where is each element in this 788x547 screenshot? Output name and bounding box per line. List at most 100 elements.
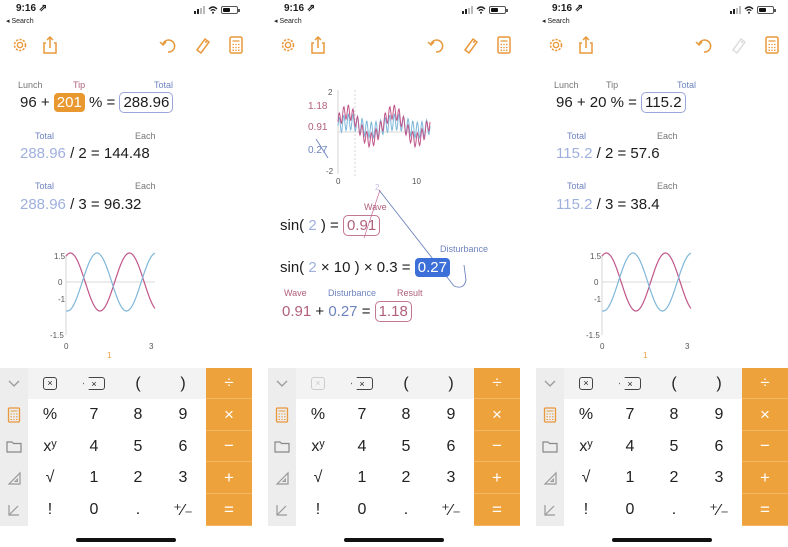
key-1-0[interactable]: xʸ xyxy=(28,431,72,462)
key-2-1[interactable]: 1 xyxy=(608,462,652,494)
triangle-ruler-icon[interactable] xyxy=(268,462,296,494)
key-0-3[interactable]: 9 xyxy=(428,399,474,431)
share-icon[interactable] xyxy=(576,34,596,56)
key-0-0[interactable]: % xyxy=(28,399,72,431)
key-2-1[interactable]: 1 xyxy=(340,462,384,494)
key-1-3[interactable]: 6 xyxy=(428,431,474,462)
backspace-button[interactable]: × xyxy=(340,368,384,399)
key-0-2[interactable]: 8 xyxy=(384,399,428,431)
calculator-icon[interactable] xyxy=(0,399,28,431)
calculator-icon[interactable] xyxy=(268,399,296,431)
key-2-3[interactable]: 3 xyxy=(428,462,474,494)
gear-icon[interactable] xyxy=(10,34,30,56)
multiply-button[interactable]: × xyxy=(206,399,252,431)
key-3-0[interactable]: ! xyxy=(296,494,340,526)
key-3-0[interactable]: ! xyxy=(28,494,72,526)
key-0-1[interactable]: 7 xyxy=(72,399,116,431)
tip-value[interactable]: 20 xyxy=(590,94,607,111)
key-1-0[interactable]: xʸ xyxy=(296,431,340,462)
key-1-2[interactable]: 5 xyxy=(116,431,160,462)
total-result[interactable]: 288.96 xyxy=(119,92,174,113)
key-2-2[interactable]: 2 xyxy=(384,462,428,494)
key-2-3[interactable]: 3 xyxy=(696,462,742,494)
split-3-total[interactable]: 288.96 xyxy=(20,196,66,213)
gear-icon[interactable] xyxy=(546,34,566,56)
angle-icon[interactable] xyxy=(536,494,564,526)
split-3-each[interactable]: 96.32 xyxy=(104,196,142,213)
minus-button[interactable]: − xyxy=(742,431,788,462)
plus-button[interactable]: + xyxy=(742,462,788,494)
tip-value-selected[interactable]: 201 xyxy=(53,93,85,112)
open-paren-button[interactable]: ( xyxy=(384,368,428,399)
undo-icon[interactable] xyxy=(158,34,178,56)
folder-icon[interactable] xyxy=(268,431,296,462)
key-2-0[interactable]: √ xyxy=(564,462,608,494)
total-result[interactable]: 115.2 xyxy=(641,92,686,113)
key-3-2[interactable]: . xyxy=(384,494,428,526)
key-1-3[interactable]: 6 xyxy=(160,431,206,462)
key-2-3[interactable]: 3 xyxy=(160,462,206,494)
back-to-search-link[interactable]: ◂ Search xyxy=(274,17,302,25)
key-3-1[interactable]: 0 xyxy=(72,494,116,526)
key-3-3[interactable]: ⁺∕₋ xyxy=(160,494,206,526)
plus-button[interactable]: + xyxy=(474,462,520,494)
key-3-2[interactable]: . xyxy=(652,494,696,526)
backspace-button[interactable]: × xyxy=(72,368,116,399)
open-paren-button[interactable]: ( xyxy=(652,368,696,399)
clear-button[interactable]: × xyxy=(296,368,340,399)
calculator-icon[interactable] xyxy=(494,34,514,56)
key-2-0[interactable]: √ xyxy=(28,462,72,494)
wave-result[interactable]: 0.91 xyxy=(342,215,381,236)
folder-icon[interactable] xyxy=(0,431,28,462)
angle-icon[interactable] xyxy=(268,494,296,526)
triangle-ruler-icon[interactable] xyxy=(536,462,564,494)
key-1-1[interactable]: 4 xyxy=(340,431,384,462)
plus-button[interactable]: + xyxy=(206,462,252,494)
equals-button[interactable]: = xyxy=(474,494,520,526)
sum-result[interactable]: 1.18 xyxy=(374,301,412,322)
triangle-ruler-icon[interactable] xyxy=(0,462,28,494)
key-2-0[interactable]: √ xyxy=(296,462,340,494)
key-1-2[interactable]: 5 xyxy=(652,431,696,462)
calculator-icon[interactable] xyxy=(536,399,564,431)
key-3-3[interactable]: ⁺∕₋ xyxy=(696,494,742,526)
close-paren-button[interactable]: ) xyxy=(160,368,206,399)
close-paren-button[interactable]: ) xyxy=(696,368,742,399)
calculator-icon[interactable] xyxy=(226,34,246,56)
clear-button[interactable]: × xyxy=(564,368,608,399)
lunch-value[interactable]: 96 xyxy=(20,94,37,111)
back-to-search-link[interactable]: ◂ Search xyxy=(6,17,34,25)
split-2-total[interactable]: 288.96 xyxy=(20,145,66,162)
tag-icon[interactable] xyxy=(728,34,748,56)
key-1-3[interactable]: 6 xyxy=(696,431,742,462)
key-0-0[interactable]: % xyxy=(564,399,608,431)
open-paren-button[interactable]: ( xyxy=(116,368,160,399)
undo-icon[interactable] xyxy=(694,34,714,56)
share-icon[interactable] xyxy=(308,34,328,56)
chevron-down-icon[interactable] xyxy=(536,368,564,399)
key-1-1[interactable]: 4 xyxy=(72,431,116,462)
key-3-3[interactable]: ⁺∕₋ xyxy=(428,494,474,526)
key-1-0[interactable]: xʸ xyxy=(564,431,608,462)
chevron-down-icon[interactable] xyxy=(0,368,28,399)
minus-button[interactable]: − xyxy=(206,431,252,462)
key-0-2[interactable]: 8 xyxy=(116,399,160,431)
equals-button[interactable]: = xyxy=(742,494,788,526)
key-0-0[interactable]: % xyxy=(296,399,340,431)
divide-button[interactable]: ÷ xyxy=(206,368,252,399)
gear-icon[interactable] xyxy=(278,34,298,56)
tag-icon[interactable] xyxy=(192,34,212,56)
close-paren-button[interactable]: ) xyxy=(428,368,474,399)
share-icon[interactable] xyxy=(40,34,60,56)
key-3-0[interactable]: ! xyxy=(564,494,608,526)
tag-icon[interactable] xyxy=(460,34,480,56)
key-0-1[interactable]: 7 xyxy=(340,399,384,431)
divide-button[interactable]: ÷ xyxy=(742,368,788,399)
split-2-each[interactable]: 144.48 xyxy=(104,145,150,162)
multiply-button[interactable]: × xyxy=(742,399,788,431)
multiply-button[interactable]: × xyxy=(474,399,520,431)
key-3-1[interactable]: 0 xyxy=(340,494,384,526)
key-0-1[interactable]: 7 xyxy=(608,399,652,431)
key-0-2[interactable]: 8 xyxy=(652,399,696,431)
undo-icon[interactable] xyxy=(426,34,446,56)
